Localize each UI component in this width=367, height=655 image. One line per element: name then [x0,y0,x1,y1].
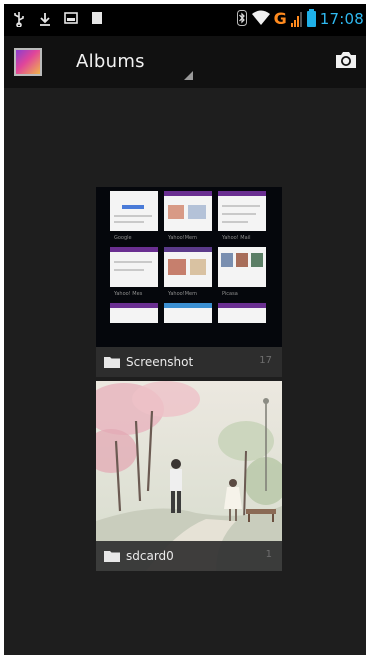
album-thumbnails: Google Yahoo!Mem Yahoo! Mail Yahoo! Mes … [110,191,270,327]
thumbnail-caption: Yahoo! Mes [114,291,143,297]
thumbnail [164,303,212,323]
thumbnail-caption: Picasa [222,291,238,297]
folder-icon [104,551,120,562]
thumbnail [218,247,266,287]
camera-icon [336,52,356,68]
usb-icon [12,11,26,28]
album-label-bar: sdcard0 1 [96,541,282,571]
thumbnail [218,191,266,231]
thumbnail-caption: Yahoo! Mail [222,235,251,241]
album-screenshot[interactable]: Google Yahoo!Mem Yahoo! Mail Yahoo! Mes … [96,187,282,377]
status-bar: G 17:08 [4,4,366,36]
album-sdcard0[interactable]: sdcard0 1 [96,381,282,571]
spinner-indicator-icon [184,71,193,80]
signal-icon [290,11,303,27]
thumbnail [110,303,158,323]
thumbnail [164,247,212,287]
status-notification-icons [12,11,104,28]
page-title: Albums [76,51,145,72]
album-name: sdcard0 [126,549,174,563]
thumbnail [218,303,266,323]
thumbnail [110,247,158,287]
thumbnail [110,191,158,231]
album-count: 17 [259,355,272,366]
sd-card-icon [90,11,104,27]
status-time: 17:08 [319,10,364,28]
camera-button[interactable] [334,50,358,70]
album-count: 1 [265,549,272,560]
action-bar: Albums [4,36,366,88]
bluetooth-icon [236,10,248,28]
gallery-icon [64,11,78,27]
thumbnail-caption: Yahoo!Mem [168,235,197,241]
status-system-icons: G 17:08 [236,9,364,28]
thumbnail-caption: Yahoo!Mem [168,291,197,297]
network-type: G [273,9,287,28]
album-label-bar: Screenshot 17 [96,347,282,377]
album-name: Screenshot [126,355,194,369]
wifi-icon [251,10,270,28]
phone-screen: G 17:08 Albums Google Yahoo!Mem Yahoo! M… [4,4,366,655]
gallery-app-icon[interactable] [14,48,42,76]
view-spinner[interactable]: Albums [68,42,193,82]
thumbnail [164,191,212,231]
folder-icon [104,357,120,368]
download-icon [38,11,52,27]
battery-icon [306,9,316,27]
thumbnail-caption: Google [114,235,132,241]
